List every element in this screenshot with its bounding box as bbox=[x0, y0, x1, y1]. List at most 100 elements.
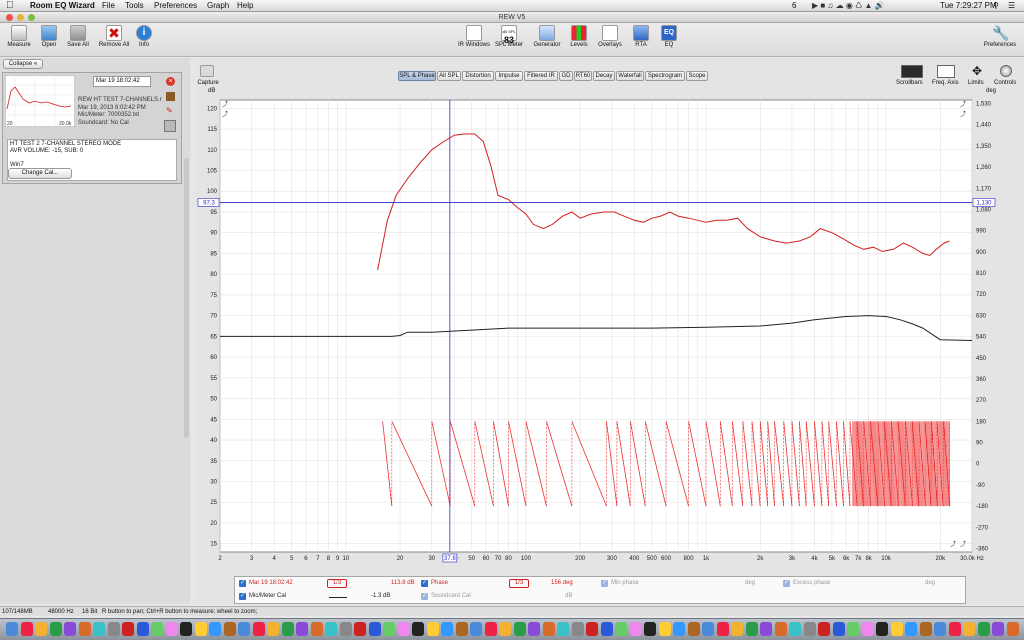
axis-scale-icon[interactable]: ⤴ bbox=[222, 110, 228, 118]
tab-decay[interactable]: Decay bbox=[593, 71, 615, 81]
scrollbars-button[interactable]: Scrollbars bbox=[896, 80, 923, 86]
dock-app-icon[interactable] bbox=[832, 622, 845, 636]
tab-waterfall[interactable]: Waterfall bbox=[616, 71, 644, 81]
dock-app-icon[interactable] bbox=[107, 622, 120, 636]
remove-measurement-icon[interactable]: × bbox=[166, 77, 175, 86]
levels-button[interactable]: Levels bbox=[568, 25, 590, 48]
edit-icon[interactable]: ✎ bbox=[166, 106, 175, 115]
dock-app-icon[interactable] bbox=[818, 622, 830, 636]
dock-app-icon[interactable] bbox=[78, 622, 91, 636]
capture-button[interactable]: Capture bbox=[196, 80, 220, 86]
preferences-button[interactable]: 🔧 Preferences bbox=[980, 25, 1020, 48]
dock-app-icon[interactable] bbox=[194, 622, 207, 636]
dock-app-icon[interactable] bbox=[354, 622, 366, 636]
spl-meter-button[interactable]: dB SPL 83 SPL Meter bbox=[494, 25, 524, 48]
tab-all-spl[interactable]: All SPL bbox=[437, 71, 461, 81]
menubar-status-icons[interactable]: ▶ ■ ♫ ☁ ◉ ♺ ▲ 🔊 bbox=[812, 0, 885, 12]
dock-app-icon[interactable] bbox=[542, 622, 555, 636]
dock-app-icon[interactable] bbox=[687, 622, 700, 636]
dock-app-icon[interactable] bbox=[992, 622, 1004, 636]
memory-usage[interactable]: 107/148MB bbox=[2, 607, 33, 617]
zoom-window-button[interactable] bbox=[28, 14, 35, 21]
menu-tools[interactable]: Tools bbox=[125, 0, 144, 12]
dock-app-icon[interactable] bbox=[847, 622, 859, 636]
dock-app-icon[interactable] bbox=[64, 622, 76, 636]
measure-button[interactable]: Measure bbox=[4, 25, 34, 48]
dock-app-icon[interactable] bbox=[339, 622, 352, 636]
axis-scale-icon[interactable]: ⤴ bbox=[222, 100, 228, 108]
open-button[interactable]: Open bbox=[36, 25, 62, 48]
info-button[interactable]: i Info bbox=[134, 25, 154, 48]
legend-minphase-checkbox[interactable]: ✓ bbox=[601, 580, 608, 587]
dock-app-icon[interactable] bbox=[151, 622, 163, 636]
tab-rt60[interactable]: RT60 bbox=[574, 71, 592, 81]
dock-app-icon[interactable] bbox=[600, 622, 613, 636]
legend-spl-smoothing[interactable]: 1/3 bbox=[327, 579, 347, 588]
dock-app-icon[interactable] bbox=[267, 622, 279, 636]
tab-spectrogram[interactable]: Spectrogram bbox=[645, 71, 685, 81]
tab-filtered-ir[interactable]: Filtered IR bbox=[524, 71, 558, 81]
dock-app-icon[interactable] bbox=[586, 622, 598, 636]
dock-app-icon[interactable] bbox=[789, 622, 801, 636]
dock-app-icon[interactable] bbox=[745, 622, 758, 636]
legend-excess-checkbox[interactable]: ✓ bbox=[783, 580, 790, 587]
measurement-name-field[interactable]: Mar 19 18:02:42 bbox=[93, 76, 151, 87]
collapse-button[interactable]: Collapse « bbox=[3, 59, 43, 69]
tab-spl-phase[interactable]: SPL & Phase bbox=[398, 71, 436, 81]
axis-scale-icon[interactable]: ⤴ bbox=[960, 110, 966, 118]
dock-app-icon[interactable] bbox=[629, 622, 642, 636]
app-menu[interactable]: Room EQ Wizard bbox=[30, 0, 95, 12]
dock-app-icon[interactable] bbox=[890, 622, 903, 636]
dock-app-icon[interactable] bbox=[397, 622, 410, 636]
dock-app-icon[interactable] bbox=[716, 622, 729, 636]
dock-app-icon[interactable] bbox=[296, 622, 308, 636]
dock-app-icon[interactable] bbox=[673, 622, 685, 636]
dock-app-icon[interactable] bbox=[513, 622, 526, 636]
dock-app-icon[interactable] bbox=[774, 622, 787, 636]
legend-phase-smoothing[interactable]: 1/3 bbox=[509, 579, 529, 588]
dock-app-icon[interactable] bbox=[977, 622, 990, 636]
dock-app-icon[interactable] bbox=[919, 622, 932, 636]
dock-app-icon[interactable] bbox=[528, 622, 540, 636]
dock-app-icon[interactable] bbox=[615, 622, 627, 636]
measurement-thumbnail[interactable]: 20 20.0k bbox=[5, 75, 75, 127]
axis-scale-icon[interactable]: ⤴ bbox=[960, 540, 966, 548]
camera-icon[interactable] bbox=[200, 65, 214, 77]
minimize-window-button[interactable] bbox=[17, 14, 24, 21]
legend-mic-checkbox[interactable]: ✓ bbox=[239, 593, 246, 600]
dock-app-icon[interactable] bbox=[136, 622, 149, 636]
dock-app-icon[interactable] bbox=[122, 622, 134, 636]
generator-button[interactable]: Generator bbox=[530, 25, 564, 48]
dock-app-icon[interactable] bbox=[252, 622, 265, 636]
dock-app-icon[interactable] bbox=[948, 622, 961, 636]
ir-windows-button[interactable]: IR Windows bbox=[456, 25, 492, 48]
spotlight-icon[interactable]: ⚲ bbox=[993, 0, 999, 12]
tab-impulse[interactable]: Impulse bbox=[495, 71, 523, 81]
axis-scale-icon[interactable]: ⤴ bbox=[960, 100, 966, 108]
dock-app-icon[interactable] bbox=[455, 622, 468, 636]
dock-app-icon[interactable] bbox=[6, 622, 18, 636]
dock-app-icon[interactable] bbox=[281, 622, 294, 636]
menu-file[interactable]: File bbox=[102, 0, 115, 12]
dock-app-icon[interactable] bbox=[499, 622, 511, 636]
controls-icon[interactable] bbox=[1000, 65, 1012, 77]
scrollbars-icon[interactable] bbox=[901, 65, 923, 78]
panel-scrollbar[interactable] bbox=[184, 158, 189, 438]
dock-app-icon[interactable] bbox=[49, 622, 62, 636]
menu-help[interactable]: Help bbox=[237, 0, 253, 12]
dock-app-icon[interactable] bbox=[180, 622, 192, 636]
overlays-button[interactable]: Overlays bbox=[596, 25, 624, 48]
dock-app-icon[interactable] bbox=[557, 622, 569, 636]
dock-app-icon[interactable] bbox=[571, 622, 584, 636]
export-icon[interactable] bbox=[166, 92, 175, 101]
dock-app-icon[interactable] bbox=[426, 622, 439, 636]
notes-toggle-icon[interactable] bbox=[164, 120, 176, 132]
dock-app-icon[interactable] bbox=[325, 622, 337, 636]
controls-button[interactable]: Controls bbox=[994, 80, 1016, 86]
menubar-clock[interactable]: Tue 7:29:27 PM bbox=[940, 0, 997, 12]
dock-app-icon[interactable] bbox=[702, 622, 714, 636]
menu-preferences[interactable]: Preferences bbox=[154, 0, 197, 12]
tab-scope[interactable]: Scope bbox=[686, 71, 708, 81]
dock-app-icon[interactable] bbox=[412, 622, 424, 636]
legend-spl-checkbox[interactable]: ✓ bbox=[239, 580, 246, 587]
